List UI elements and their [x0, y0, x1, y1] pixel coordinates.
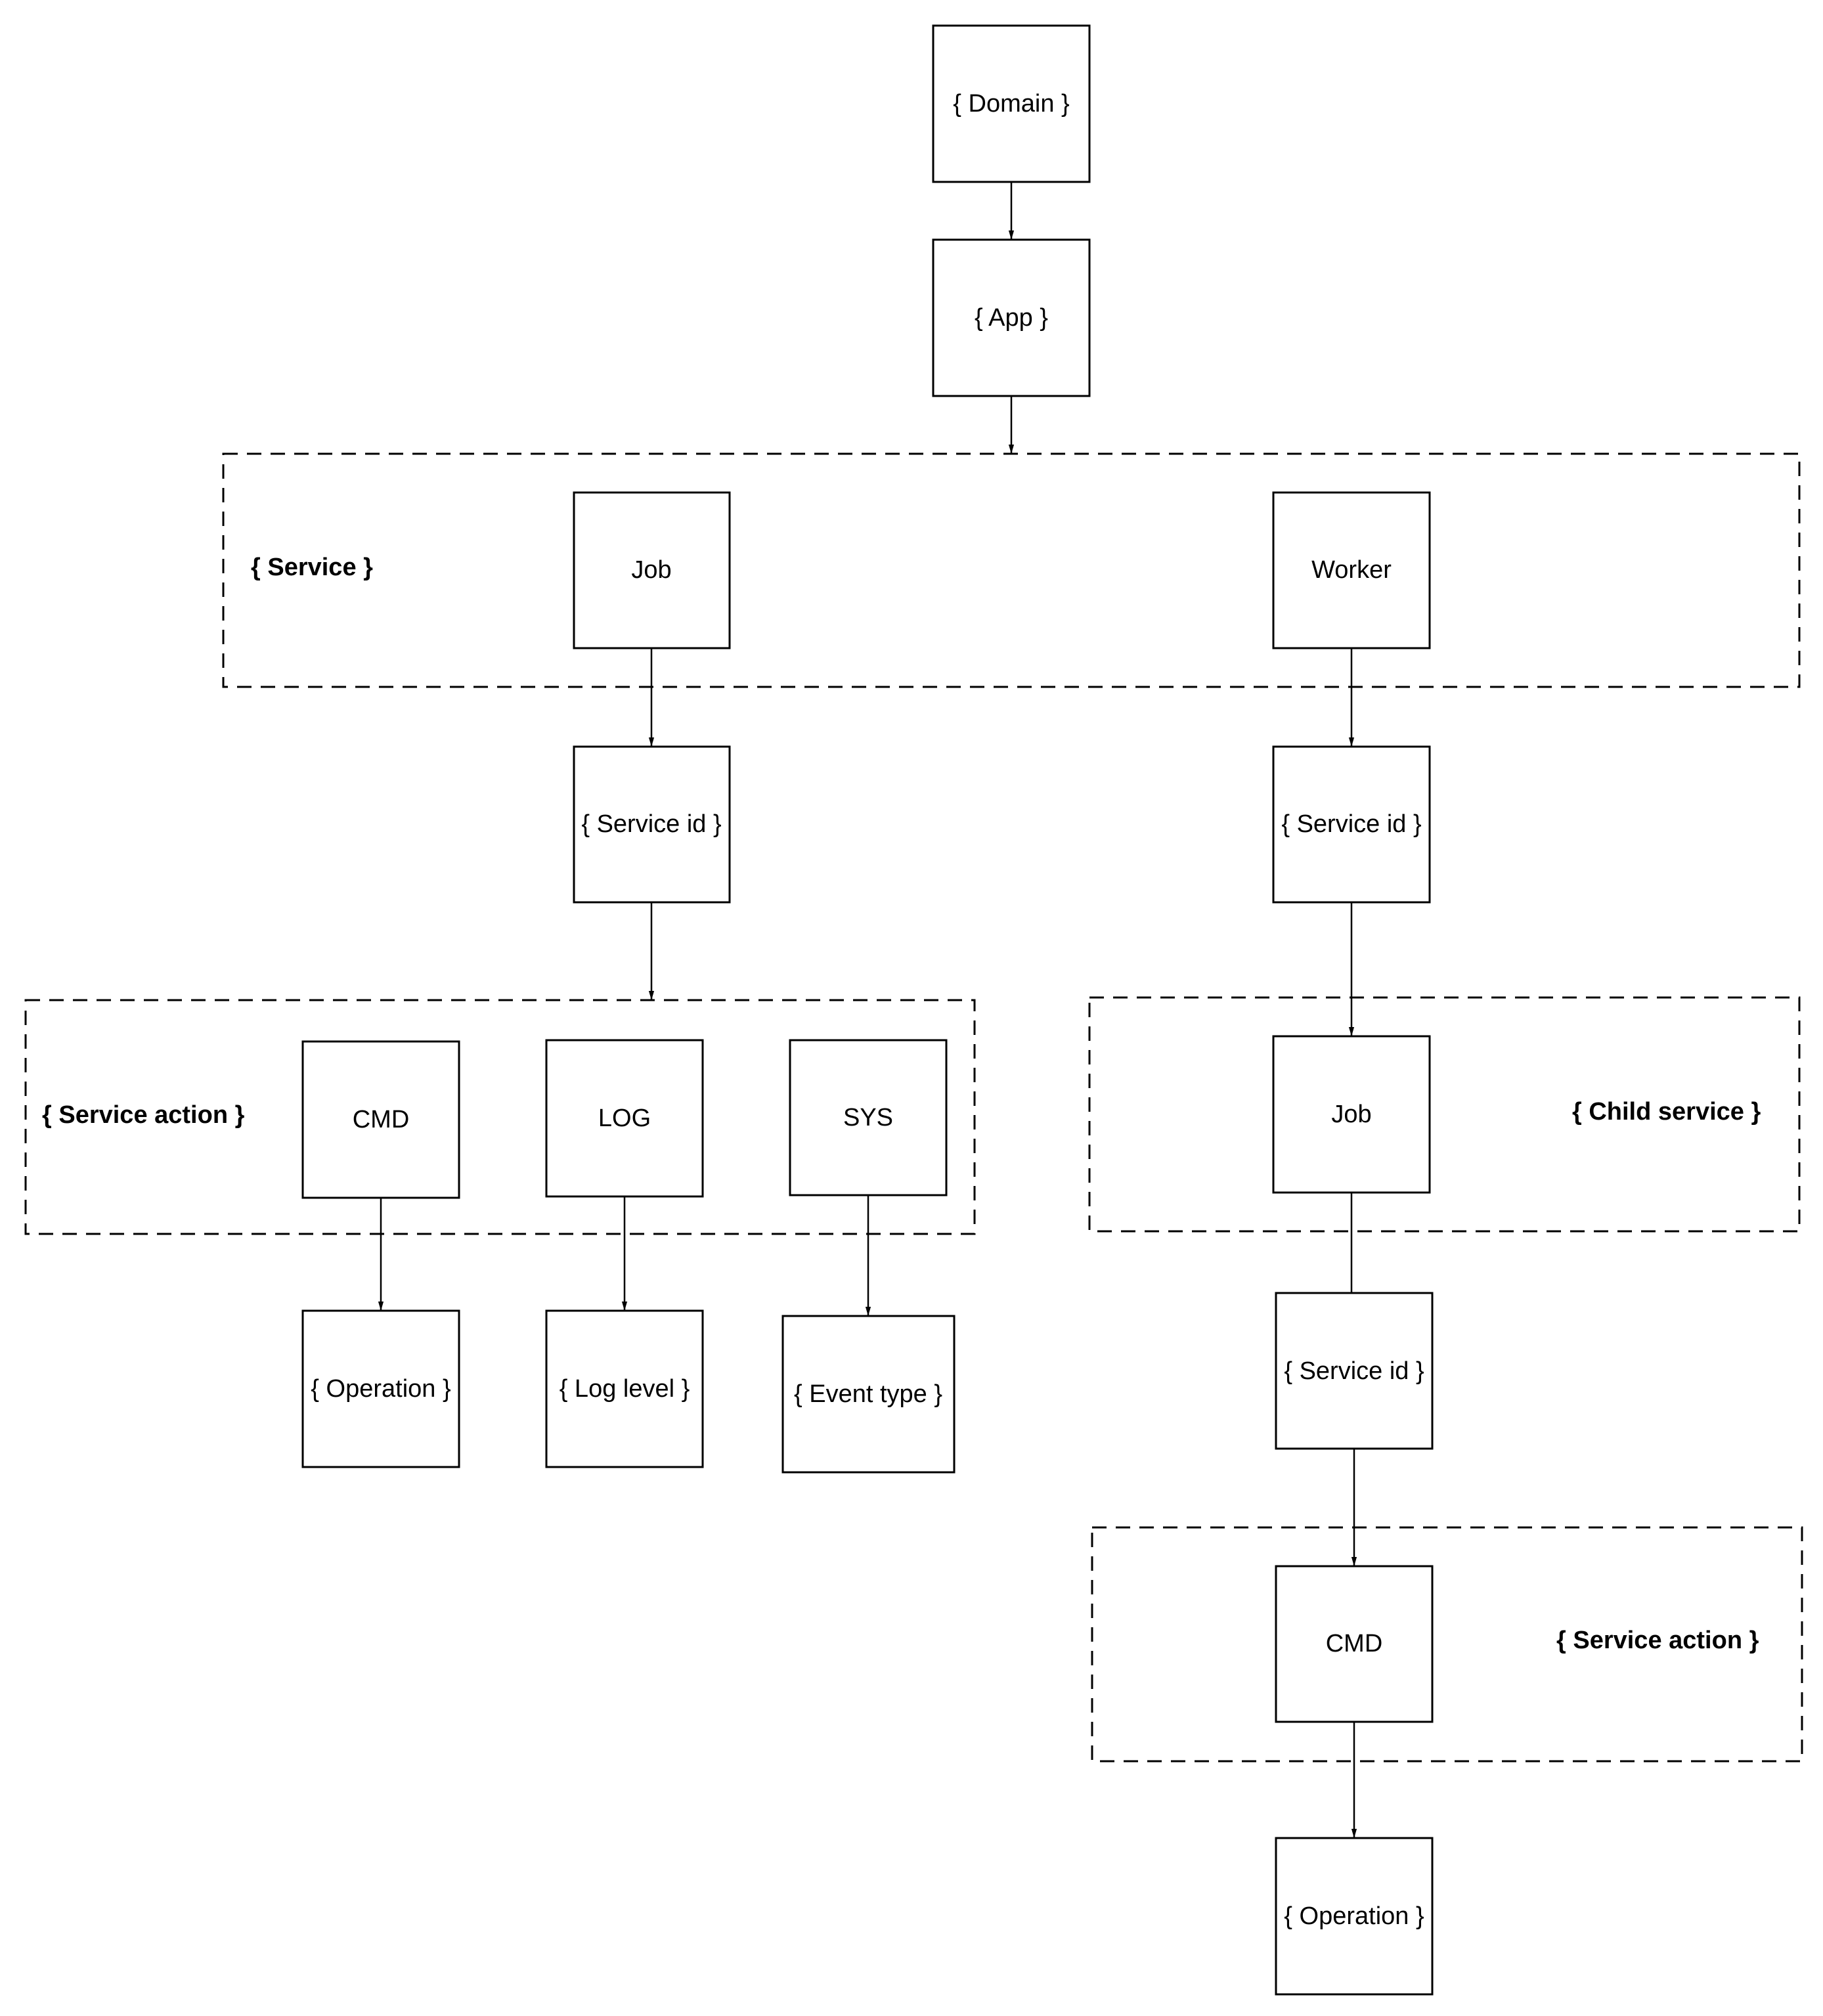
- group-label-child-service: { Child service }: [1572, 1098, 1761, 1126]
- group-label-service-action-right: { Service action }: [1556, 1627, 1759, 1654]
- node-operation[interactable]: { Operation }: [301, 1309, 460, 1468]
- node-job-service-id[interactable]: { Service id }: [573, 745, 731, 904]
- node-label-action-sys: SYS: [843, 1104, 893, 1131]
- node-label-action-cmd: CMD: [353, 1106, 410, 1133]
- group-service[interactable]: { Service }: [222, 452, 1801, 688]
- node-child-operation[interactable]: { Operation }: [1275, 1837, 1434, 1996]
- node-domain[interactable]: { Domain }: [932, 24, 1091, 183]
- node-service-worker[interactable]: Worker: [1272, 491, 1431, 649]
- node-label-event-type: { Event type }: [794, 1380, 942, 1408]
- node-label-log-level: { Log level }: [560, 1375, 690, 1403]
- diagram-canvas: { Service } { Service action } { Child s…: [24, 24, 1803, 1996]
- node-action-log[interactable]: LOG: [545, 1039, 704, 1198]
- group-service-action-right[interactable]: { Service action }: [1091, 1526, 1803, 1763]
- node-action-sys[interactable]: SYS: [789, 1039, 948, 1196]
- node-label-service-worker: Worker: [1311, 556, 1392, 584]
- node-label-job-service-id: { Service id }: [581, 810, 721, 838]
- node-child-job[interactable]: Job: [1272, 1035, 1431, 1194]
- node-label-app: { App }: [975, 304, 1048, 332]
- node-event-type[interactable]: { Event type }: [781, 1315, 955, 1474]
- node-label-child-action-cmd: CMD: [1326, 1630, 1383, 1657]
- node-label-service-job: Job: [631, 556, 671, 584]
- group-child-service[interactable]: { Child service }: [1088, 996, 1801, 1233]
- node-label-operation: { Operation }: [311, 1375, 450, 1403]
- node-app[interactable]: { App }: [932, 238, 1091, 397]
- node-child-action-cmd[interactable]: CMD: [1275, 1565, 1434, 1723]
- group-label-service-action-left: { Service action }: [42, 1101, 245, 1129]
- node-action-cmd[interactable]: CMD: [301, 1040, 460, 1199]
- node-label-domain: { Domain }: [953, 90, 1069, 118]
- node-label-child-service-id: { Service id }: [1284, 1357, 1424, 1385]
- node-label-child-operation: { Operation }: [1284, 1902, 1424, 1930]
- node-child-service-id[interactable]: { Service id }: [1275, 1292, 1434, 1450]
- node-label-worker-service-id: { Service id }: [1281, 810, 1421, 838]
- node-log-level[interactable]: { Log level }: [545, 1309, 704, 1468]
- node-service-job[interactable]: Job: [573, 491, 731, 649]
- node-label-action-log: LOG: [598, 1105, 651, 1132]
- node-label-child-job: Job: [1331, 1101, 1371, 1128]
- group-label-service: { Service }: [251, 554, 373, 581]
- node-worker-service-id[interactable]: { Service id }: [1272, 745, 1431, 904]
